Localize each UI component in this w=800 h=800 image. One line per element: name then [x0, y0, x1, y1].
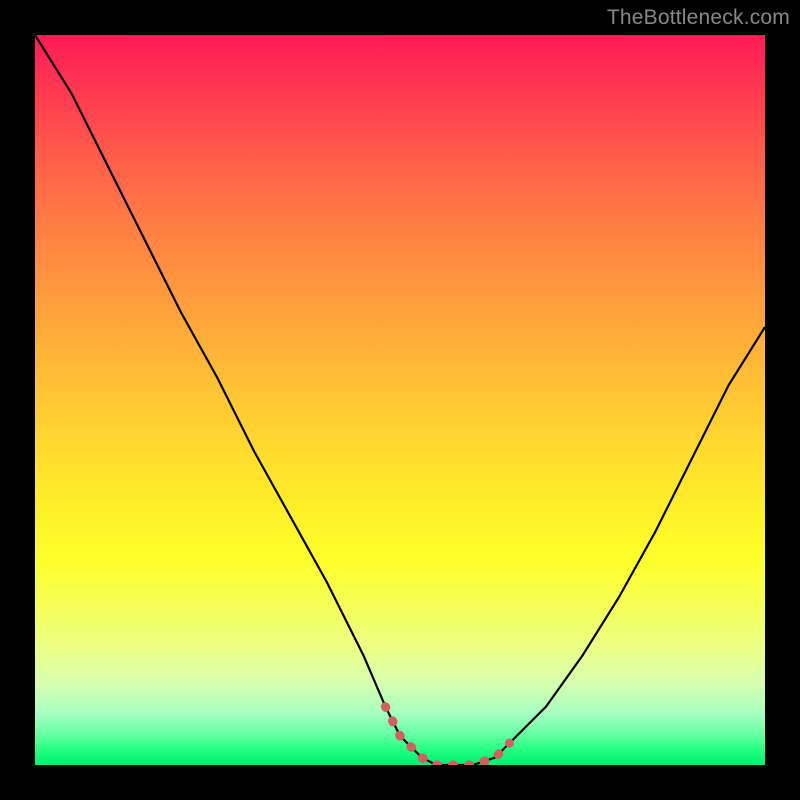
chart-svg [35, 35, 765, 765]
highlight-band [385, 707, 509, 765]
plot-area [35, 35, 765, 765]
watermark-text: TheBottleneck.com [607, 6, 790, 30]
curve-line [35, 35, 765, 765]
